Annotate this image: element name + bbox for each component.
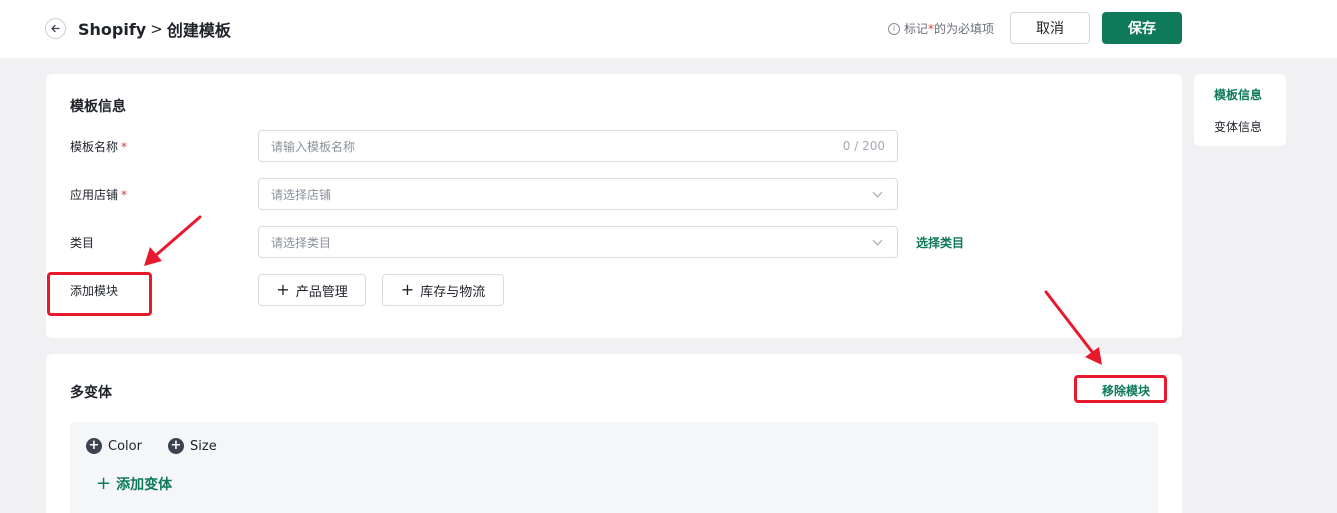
category-select[interactable]: 请选择类目 <box>258 226 898 258</box>
plus-icon: + <box>96 473 112 494</box>
side-nav-item-template-info[interactable]: 模板信息 <box>1214 86 1262 103</box>
plus-circle-icon: + <box>86 438 102 454</box>
section-title-variant: 多变体 <box>70 385 112 401</box>
add-module-inventory-button[interactable]: + 库存与物流 <box>382 274 504 306</box>
store-select[interactable]: 请选择店铺 <box>258 178 898 210</box>
variant-option-label: Color <box>108 438 142 454</box>
arrow-left-icon <box>51 24 60 33</box>
template-info-card: 模板信息 模板名称 * 请输入模板名称 0 / 200 应用店铺 * 请选择店铺 类… <box>46 74 1182 338</box>
variant-area: + Color + Size + 添加变体 <box>70 422 1158 513</box>
chevron-down-icon <box>872 235 883 245</box>
store-label: 应用店铺 * <box>70 186 127 203</box>
required-note-suffix: 的为必填项 <box>934 22 995 36</box>
top-bar: Shopify > 创建模板 i 标记*的为必填项 取消 保存 <box>0 0 1337 58</box>
add-variant-button[interactable]: + 添加变体 <box>96 474 172 494</box>
template-name-label: 模板名称 * <box>70 138 127 155</box>
plus-circle-icon: + <box>168 438 184 454</box>
variant-option-color[interactable]: + Color <box>86 438 142 454</box>
variant-card: 多变体 移除模块 + Color + Size + 添加变体 <box>46 354 1182 513</box>
variant-option-label: Size <box>190 438 217 454</box>
back-button[interactable] <box>45 18 66 39</box>
cancel-button[interactable]: 取消 <box>1010 12 1090 44</box>
required-star: * <box>121 140 128 154</box>
template-name-input[interactable]: 请输入模板名称 0 / 200 <box>258 130 898 162</box>
add-variant-label: 添加变体 <box>116 477 173 493</box>
side-nav-item-variant-info[interactable]: 变体信息 <box>1214 118 1262 135</box>
breadcrumb-separator: > <box>150 20 163 38</box>
template-name-label-text: 模板名称 <box>70 140 119 154</box>
variant-option-size[interactable]: + Size <box>168 438 217 454</box>
category-label: 类目 <box>70 236 95 250</box>
side-nav: 模板信息 变体信息 <box>1194 74 1286 146</box>
page-title: 创建模板 <box>166 21 231 40</box>
template-name-placeholder: 请输入模板名称 <box>271 139 356 154</box>
plus-icon: + <box>276 280 290 299</box>
required-star: * <box>121 188 128 202</box>
required-note-prefix: 标记 <box>904 22 929 36</box>
annotation-highlight-box <box>47 272 152 316</box>
save-button[interactable]: 保存 <box>1102 12 1182 44</box>
annotation-highlight-box <box>1074 375 1167 403</box>
required-note: i 标记*的为必填项 <box>888 20 994 37</box>
select-category-link[interactable]: 选择类目 <box>916 234 964 251</box>
info-icon: i <box>888 22 900 35</box>
chevron-down-icon <box>872 187 883 197</box>
breadcrumb-root[interactable]: Shopify <box>78 20 146 39</box>
store-placeholder: 请选择店铺 <box>271 187 332 202</box>
module-label: 产品管理 <box>295 284 348 300</box>
section-title-template-info: 模板信息 <box>70 99 126 115</box>
plus-icon: + <box>400 280 415 299</box>
category-placeholder: 请选择类目 <box>271 235 332 250</box>
store-label-text: 应用店铺 <box>70 188 119 202</box>
breadcrumb: Shopify > 创建模板 <box>78 17 231 41</box>
module-label: 库存与物流 <box>420 284 486 300</box>
char-counter: 0 / 200 <box>842 139 885 153</box>
add-module-product-button[interactable]: + 产品管理 <box>258 274 366 306</box>
